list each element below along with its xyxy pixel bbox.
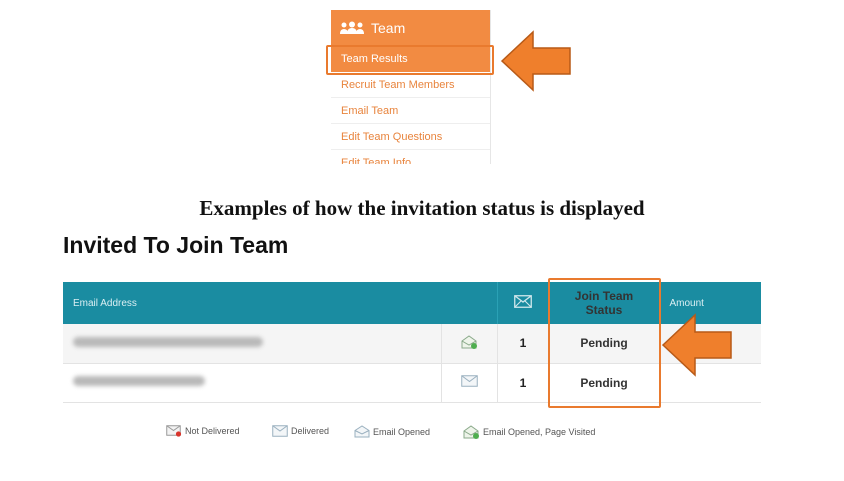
menu-item-edit-team-questions[interactable]: Edit Team Questions <box>331 124 490 150</box>
caption: Examples of how the invitation status is… <box>199 196 645 220</box>
section-title: Invited To Join Team <box>63 232 289 258</box>
sent-count: 1 <box>497 324 550 364</box>
legend-item-email-opened: Email Opened <box>354 425 430 438</box>
legend-label: Email Opened <box>373 426 431 437</box>
menu-highlight-box <box>326 45 494 75</box>
email-opened-page-visited-icon <box>463 425 479 439</box>
sent-count: 1 <box>497 363 550 403</box>
menu-item-edit-team-info[interactable]: Edit Team Info <box>331 150 490 164</box>
column-header-sent[interactable] <box>497 282 550 324</box>
legend-label: Not Delivered <box>185 426 240 436</box>
legend-item-email-opened-page-visited: Email Opened, Page Visited <box>463 425 595 439</box>
delivered-icon <box>460 375 478 387</box>
team-menu: Team Team Results Recruit Team Members E… <box>331 10 491 164</box>
team-icon <box>340 21 364 34</box>
email-cell <box>63 363 442 403</box>
legend-item-delivered: Delivered <box>272 425 329 437</box>
envelope-icon <box>514 295 532 308</box>
legend-label: Email Opened, Page Visited <box>483 427 596 437</box>
redacted-email <box>73 336 263 347</box>
redacted-email <box>73 376 205 386</box>
email-status-cell <box>441 363 498 403</box>
team-menu-title: Team <box>371 20 406 36</box>
status-highlight-box <box>548 278 661 408</box>
email-status-cell <box>441 324 498 364</box>
column-header-email[interactable]: Email Address <box>63 282 498 324</box>
menu-item-email-team[interactable]: Email Team <box>331 98 490 124</box>
email-cell <box>63 324 442 364</box>
team-menu-header[interactable]: Team <box>331 10 490 46</box>
arrow-left-icon <box>661 313 732 377</box>
legend-item-not-delivered: Not Delivered <box>166 425 240 437</box>
arrow-left-icon <box>500 30 571 92</box>
legend-label: Delivered <box>291 426 330 436</box>
email-opened-page-visited-icon <box>461 335 477 349</box>
menu-item-recruit-team-members[interactable]: Recruit Team Members <box>331 72 490 98</box>
not-delivered-icon <box>166 425 182 437</box>
email-opened-icon <box>354 425 370 438</box>
delivered-icon <box>272 425 288 437</box>
